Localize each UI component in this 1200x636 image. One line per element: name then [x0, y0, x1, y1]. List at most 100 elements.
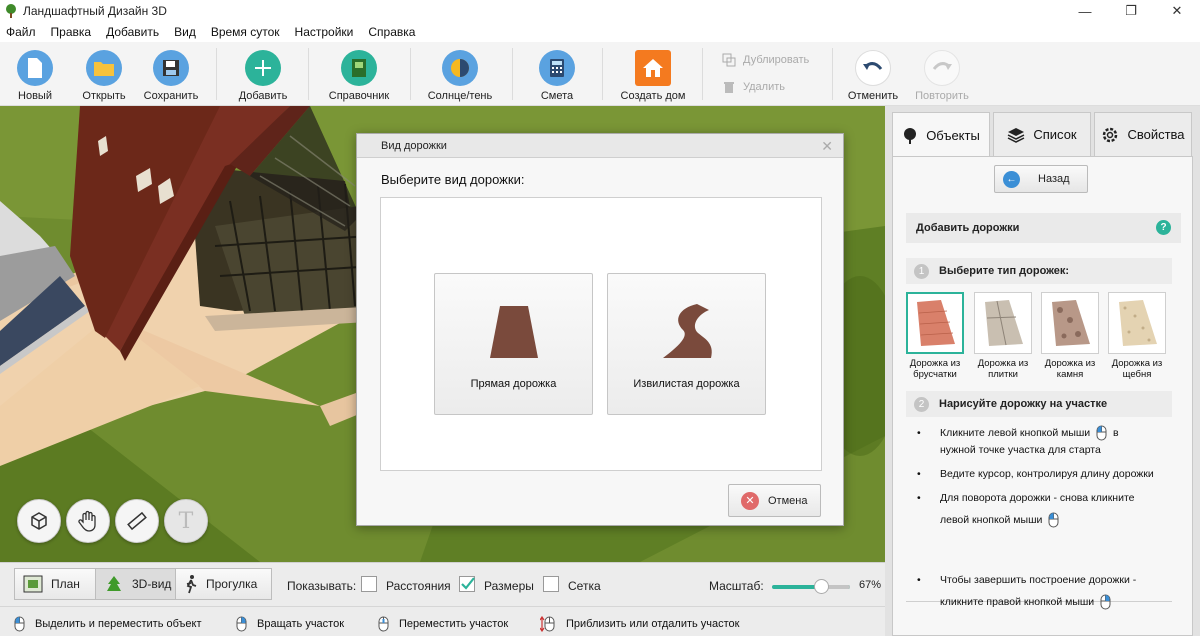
toolbar: Новый Открыть Сохранить Добавить Справоч… — [0, 42, 1200, 106]
close-window-button[interactable]: ✕ — [1154, 0, 1200, 22]
menu-view[interactable]: Вид — [174, 25, 196, 39]
menu-bar: Файл Правка Добавить Вид Время суток Нас… — [0, 22, 1200, 42]
reference-button[interactable]: Справочник — [326, 42, 392, 106]
step-number: 2 — [914, 396, 929, 412]
scale-slider-thumb[interactable] — [814, 579, 829, 594]
duplicate-icon — [722, 53, 736, 67]
duplicate-button[interactable]: Дублировать — [722, 53, 809, 67]
dialog-close-icon[interactable]: ✕ — [821, 138, 833, 155]
save-button[interactable]: Сохранить — [142, 42, 200, 106]
add-button[interactable]: Добавить — [236, 42, 290, 106]
create-house-button[interactable]: Создать дом — [618, 42, 688, 106]
grid-checkbox[interactable] — [543, 576, 559, 592]
menu-settings[interactable]: Настройки — [295, 25, 354, 39]
path-type-tile[interactable]: Дорожка из плитки — [974, 292, 1032, 380]
dialog-title-bar: Вид дорожки ✕ — [357, 134, 843, 158]
instruction-1: Кликните левой кнопкой мыши в нужной точ… — [917, 425, 1172, 459]
new-file-icon — [17, 50, 53, 86]
plus-icon — [245, 50, 281, 86]
back-arrow-icon: ← — [1003, 170, 1020, 188]
status-zoom-hint: Приблизить или отдалить участок — [540, 616, 739, 632]
pan-tool[interactable] — [66, 499, 110, 543]
tree-icon — [902, 127, 918, 145]
tab-list[interactable]: Список — [993, 112, 1091, 156]
menu-add[interactable]: Добавить — [106, 25, 159, 39]
text-tool-icon: T — [178, 508, 194, 534]
walk-view-button[interactable]: Прогулка — [175, 568, 272, 600]
minimize-button[interactable]: — — [1062, 0, 1108, 22]
redo-button[interactable]: Повторить — [912, 42, 972, 106]
curved-path-button[interactable]: Извилистая дорожка — [607, 273, 766, 415]
window-title: Ландшафтный Дизайн 3D — [23, 4, 167, 18]
sun-icon — [442, 50, 478, 86]
maximize-button[interactable]: ❐ — [1108, 0, 1154, 22]
instruction-3: Для поворота дорожки - снова кликните ле… — [917, 490, 1172, 533]
undo-arrow-icon — [855, 50, 891, 86]
estimate-button[interactable]: Смета — [538, 42, 576, 106]
layers-icon — [1007, 127, 1025, 143]
title-bar: Ландшафтный Дизайн 3D — ❐ ✕ — [0, 0, 1200, 22]
toolbar-separator — [832, 48, 833, 100]
window-controls: — ❐ ✕ — [1062, 0, 1200, 22]
status-rotate-hint: Вращать участок — [236, 616, 344, 632]
sizes-label: Размеры — [484, 579, 534, 593]
menu-file[interactable]: Файл — [6, 25, 36, 39]
toolbar-separator — [308, 48, 309, 100]
grid-label: Сетка — [568, 579, 601, 593]
delete-button[interactable]: Удалить — [722, 80, 785, 94]
gravel-swatch — [1108, 292, 1166, 354]
status-bar: Выделить и переместить объект Вращать уч… — [0, 606, 885, 636]
path-type-paving[interactable]: Дорожка из брусчатки — [906, 292, 964, 380]
tab-objects[interactable]: Объекты — [892, 112, 990, 158]
straight-path-icon — [489, 306, 538, 358]
3d-tree-icon — [104, 575, 124, 593]
straight-path-button[interactable]: Прямая дорожка — [434, 273, 593, 415]
objects-panel-body: ← Назад Добавить дорожки ? 1 Выберите ти… — [892, 156, 1193, 636]
text-tool[interactable]: T — [164, 499, 208, 543]
calculator-icon — [539, 50, 575, 86]
folder-icon — [86, 50, 122, 86]
status-select-hint: Выделить и переместить объект — [14, 616, 202, 632]
distances-checkbox[interactable] — [361, 576, 377, 592]
hand-icon — [78, 510, 96, 532]
measure-tool[interactable] — [115, 499, 159, 543]
right-mouse-icon — [1100, 594, 1111, 610]
scroll-mouse-icon — [540, 616, 556, 632]
plan-view-button[interactable]: План — [14, 568, 96, 600]
gear-icon — [1101, 126, 1119, 144]
cancel-button[interactable]: ✕ Отмена — [728, 484, 821, 517]
undo-button[interactable]: Отменить — [846, 42, 900, 106]
menu-time-of-day[interactable]: Время суток — [211, 25, 280, 39]
stone-swatch — [1041, 292, 1099, 354]
scale-label: Масштаб: — [709, 579, 764, 593]
rotate-view-tool[interactable] — [17, 499, 61, 543]
left-mouse-icon — [1096, 425, 1107, 441]
tab-properties[interactable]: Свойства — [1094, 112, 1192, 156]
floppy-disk-icon — [153, 50, 189, 86]
left-mouse-icon — [1048, 512, 1059, 528]
path-type-gravel[interactable]: Дорожка из щебня — [1108, 292, 1166, 380]
trash-icon — [724, 82, 734, 93]
app-tree-icon — [6, 4, 16, 18]
toolbar-separator — [512, 48, 513, 100]
step-2: 2 Нарисуйте дорожку на участке — [906, 391, 1172, 417]
right-mouse-icon — [236, 616, 247, 632]
sizes-checkbox[interactable] — [459, 576, 475, 592]
curved-path-icon — [662, 304, 712, 358]
menu-help[interactable]: Справка — [368, 25, 415, 39]
toolbar-separator — [602, 48, 603, 100]
menu-edit[interactable]: Правка — [51, 25, 92, 39]
new-button[interactable]: Новый — [14, 42, 56, 106]
cube-rotate-icon — [31, 512, 47, 530]
path-type-stone[interactable]: Дорожка из камня — [1041, 292, 1099, 380]
3d-view-button[interactable]: 3D-вид — [95, 568, 176, 600]
step-1: 1 Выберите тип дорожек: — [906, 258, 1172, 284]
show-label: Показывать: — [287, 579, 357, 593]
cancel-x-icon: ✕ — [741, 491, 759, 510]
instruction-4: Чтобы завершить построение дорожки - кли… — [917, 572, 1172, 615]
toolbar-separator — [216, 48, 217, 100]
back-button[interactable]: ← Назад — [994, 165, 1088, 193]
sun-shadow-button[interactable]: Солнце/тень — [426, 42, 494, 106]
open-button[interactable]: Открыть — [80, 42, 128, 106]
help-icon[interactable]: ? — [1156, 220, 1171, 235]
